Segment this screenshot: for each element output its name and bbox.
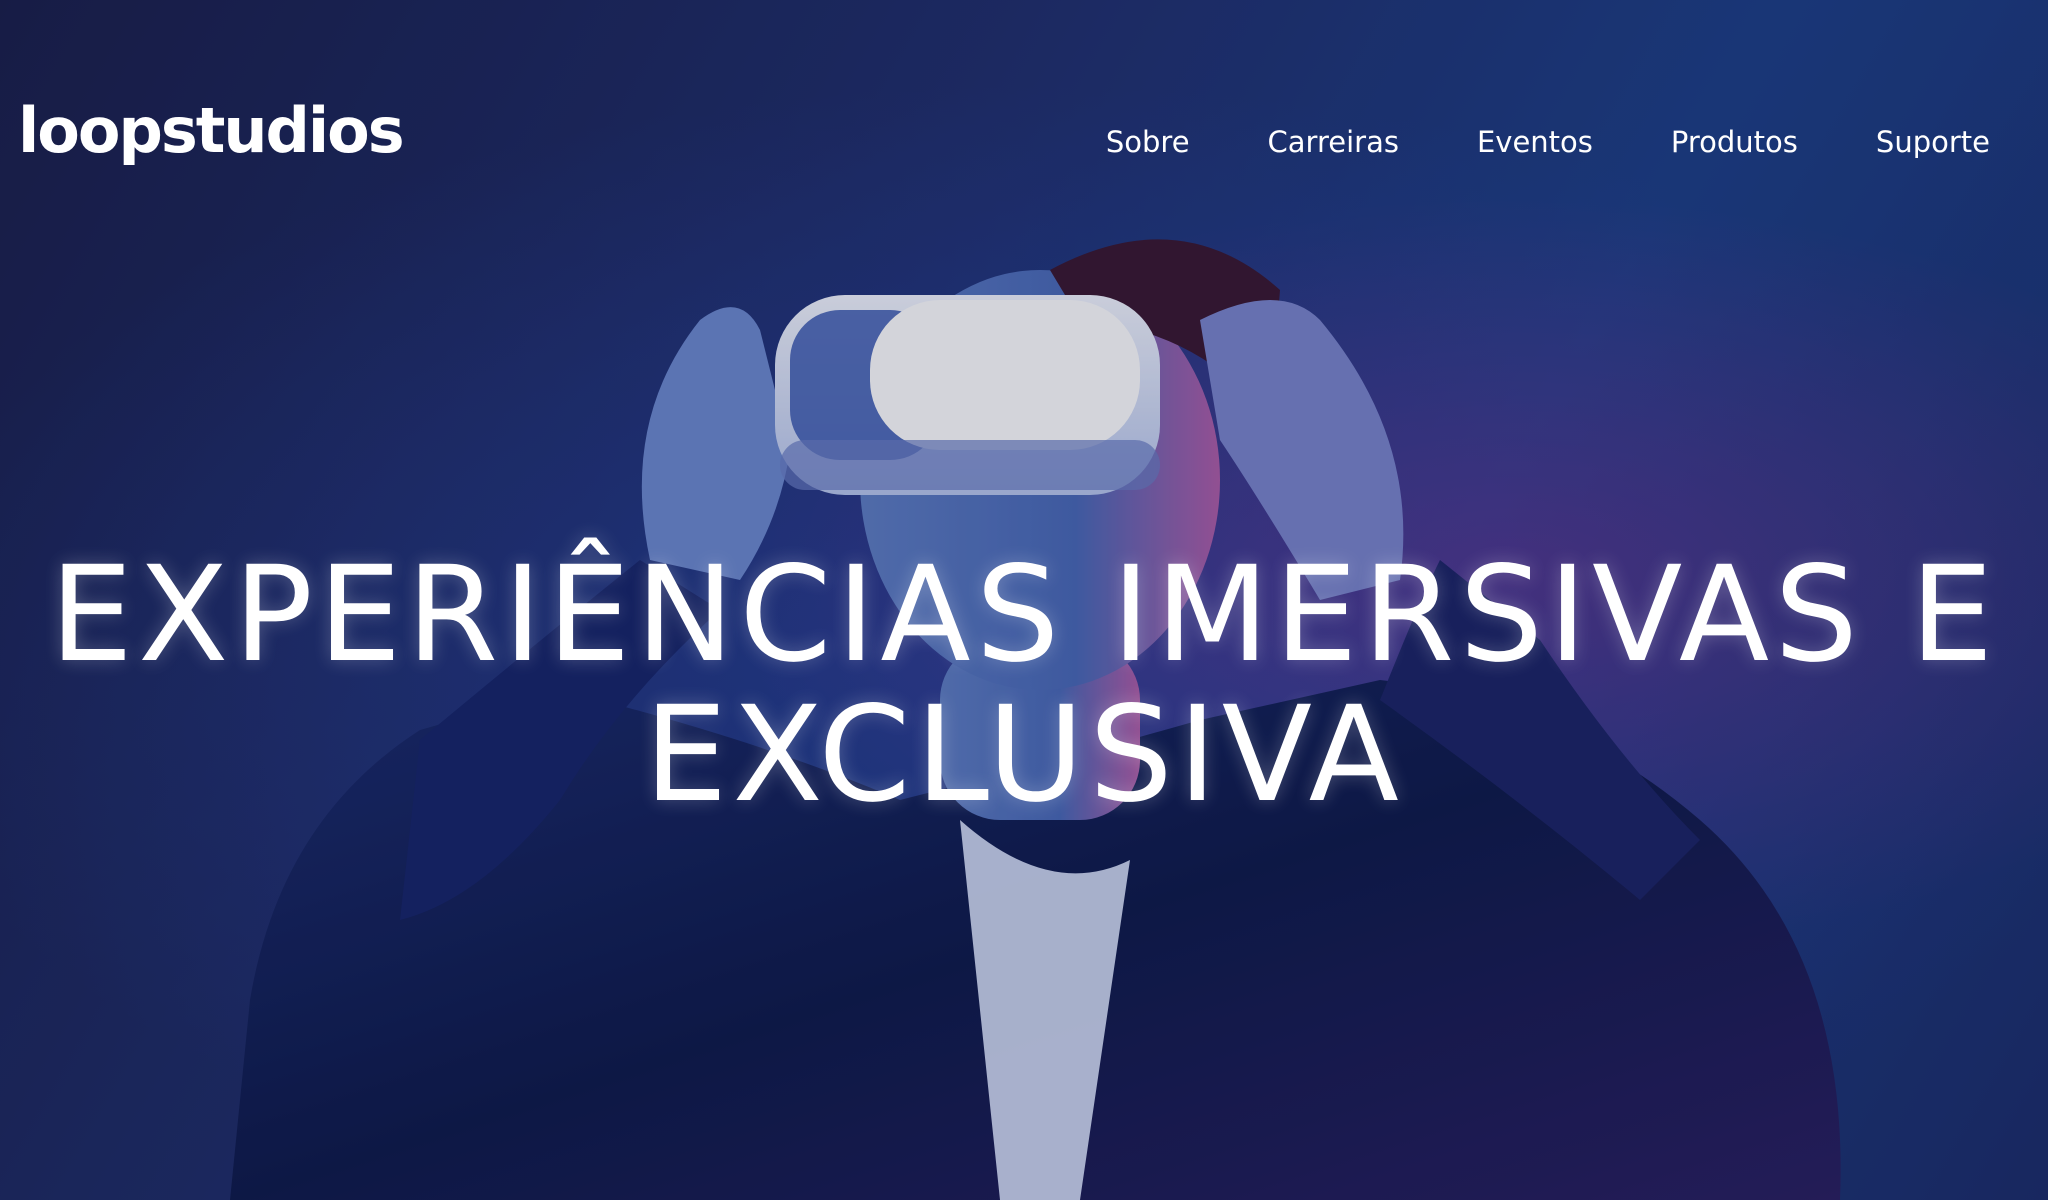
nav-link-sobre[interactable]: Sobre [1106, 128, 1190, 157]
headline-line-2: EXCLUSIVA [644, 678, 1404, 832]
headline-line-1: EXPERIÊNCIAS IMERSIVAS E [49, 538, 1999, 692]
hero-section: loopstudios Sobre Carreiras Eventos Prod… [0, 0, 2048, 1200]
nav-link-produtos[interactable]: Produtos [1671, 128, 1798, 157]
nav-link-suporte[interactable]: Suporte [1876, 128, 1990, 157]
main-nav: Sobre Carreiras Eventos Produtos Suporte [1106, 128, 1990, 157]
nav-link-carreiras[interactable]: Carreiras [1268, 128, 1399, 157]
brand-logo[interactable]: loopstudios [18, 100, 405, 162]
nav-link-eventos[interactable]: Eventos [1477, 128, 1593, 157]
hero-headline: EXPERIÊNCIAS IMERSIVAS E EXCLUSIVA [0, 545, 2048, 825]
